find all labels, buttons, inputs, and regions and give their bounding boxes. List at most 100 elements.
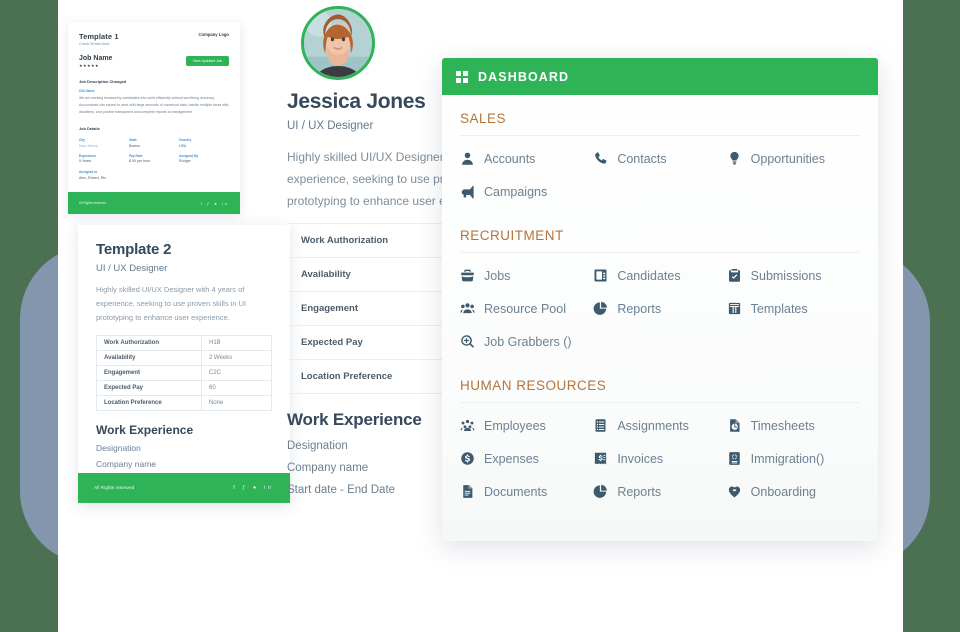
menu-item-assignments[interactable]: Assignments [593,409,726,442]
menu-item-immigration[interactable]: Immigration() [727,442,860,475]
template-2-description: Highly skilled UI/UX Designer with 4 yea… [96,285,247,322]
menu-item-label: Assignments [617,418,689,433]
dashboard-section: RECRUITMENT Jobs Candidates Submissions Reso… [460,228,860,358]
menu-item-label: Immigration() [750,451,825,466]
table-cell-key: Work Authorization [96,334,202,351]
menu-item-employees[interactable]: Employees [460,409,593,442]
table-row: Work Authorization H1B [96,334,272,351]
briefcase-icon [460,268,475,283]
table-row: Engagement C2C [96,364,272,381]
menu-item-accounts[interactable]: Accounts [460,142,593,175]
section-item-grid: Employees Assignments Timesheets Expenses In… [460,409,860,508]
menu-item-job-grabbers[interactable]: Job Grabbers () [460,325,593,358]
menu-item-documents[interactable]: Documents [460,475,593,508]
search-plus-icon [460,334,475,349]
template-1-detail-value: $ 50 per hour [129,159,151,164]
menu-item-label: Candidates [617,268,681,283]
menu-item-candidates[interactable]: Candidates [593,259,726,292]
dashboard-header: DASHBOARD [442,58,878,95]
template-1-detail-cell: City New Jersey [79,138,129,148]
table-cell-value: 2 Weeks [201,349,272,366]
avatar [301,6,375,80]
template-1-detail-cell: State Boston [129,138,179,148]
table-cell-key: Availability [96,349,202,366]
menu-item-templates[interactable]: Templates [727,292,860,325]
menu-item-label: Reports [617,484,662,499]
table-cell-key: Location Preference [96,394,202,411]
template-1-old-value-label: Old Value [79,89,95,93]
stage: Template 1 Check Whats New! Company Logo… [0,0,960,632]
template-1-detail-key: Assigned By [179,153,199,158]
menu-item-label: Invoices [617,451,664,466]
section-title: RECRUITMENT [460,228,860,253]
menu-item-label: Campaigns [484,184,548,199]
menu-item-label: Templates [750,301,808,316]
social-icons[interactable]: f ƒ ● in [201,201,229,206]
grid-icon [456,70,468,83]
social-icons[interactable]: f ƒ ● in [233,485,274,491]
menu-item-label: Reports [617,301,662,316]
template-2-role: UI / UX Designer [96,263,168,274]
dashboard-card[interactable]: DASHBOARD SALES Accounts Contacts Opportuni… [442,58,878,541]
template-1-card[interactable]: Template 1 Check Whats New! Company Logo… [68,22,240,214]
template-1-detail-key: Pay Rate [129,153,143,158]
template-2-card[interactable]: Template 2 UI / UX Designer Highly skill… [78,225,290,503]
template-2-work-experience-title: Work Experience [96,422,194,437]
menu-item-onboarding[interactable]: Onboarding [727,475,860,508]
template-1-detail-value: Rodger [179,159,191,164]
table-cell-value: C2C [201,364,272,381]
menu-item-resource-pool[interactable]: Resource Pool [460,292,593,325]
table-cell-value: None [201,394,272,411]
menu-item-expenses[interactable]: Expenses [460,442,593,475]
menu-item-reports[interactable]: Reports [593,292,726,325]
table-icon [727,301,742,316]
template-2-title: Template 2 [96,241,172,258]
table-cell-value: H1B [201,334,272,351]
template-1-detail-key: Country [179,138,192,143]
rating-stars-icon: ★★★★★ [79,63,99,68]
menu-item-campaigns[interactable]: Campaigns [460,175,593,208]
template-1-footer: All Rights reserved f ƒ ● in [68,192,240,214]
menu-item-label: Onboarding [750,484,816,499]
menu-item-contacts[interactable]: Contacts [593,142,726,175]
template-1-detail-cell: Country USA [179,138,229,148]
table-cell-value: 60 [201,379,272,396]
template-1-detail-key: Experience [79,153,97,158]
users-icon [460,301,475,316]
passport-icon [727,451,742,466]
clipboard-check-icon [727,268,742,283]
view-updated-job-button[interactable]: View Updated Job [185,56,229,66]
template-1-section-details: Job Details [79,126,100,132]
menu-item-label: Accounts [484,151,536,166]
table-row: Expected Pay 60 [96,379,272,396]
menu-item-opportunities[interactable]: Opportunities [727,142,860,175]
menu-item-label: Opportunities [750,151,826,166]
user-icon [460,151,475,166]
template-1-detail-value: 5 Years [79,159,91,164]
menu-item-reports[interactable]: Reports [593,475,726,508]
section-title: SALES [460,111,860,136]
menu-item-submissions[interactable]: Submissions [727,259,860,292]
menu-item-label: Jobs [484,268,511,283]
megaphone-icon [460,184,475,199]
section-item-grid: Jobs Candidates Submissions Resource Pool Re… [460,259,860,358]
template-1-detail-key: State [129,138,137,143]
menu-item-jobs[interactable]: Jobs [460,259,593,292]
handshake-heart-icon [727,484,742,499]
template-1-assigned-to-value: Alex, Robert, Rix [79,175,106,180]
template-2-footer: All Rights reserved f ƒ ● in [78,473,290,503]
template-1-company-logo: Company Logo [198,32,229,37]
menu-item-label: Submissions [750,268,822,283]
menu-item-label: Timesheets [750,418,815,433]
id-card-icon [593,268,608,283]
phone-icon [593,151,608,166]
dashboard-section: SALES Accounts Contacts Opportunities Campai… [460,111,860,208]
menu-item-timesheets[interactable]: Timesheets [727,409,860,442]
template-1-details-grid: City New Jersey State Boston Country USA Exper… [79,138,229,163]
menu-item-invoices[interactable]: Invoices [593,442,726,475]
template-1-detail-value: USA [179,143,187,148]
menu-item-label: Resource Pool [484,301,566,316]
table-cell-key: Expected Pay [96,379,202,396]
people-group-icon [460,418,475,433]
dashboard-section: HUMAN RESOURCES Employees Assignments Times… [460,378,860,508]
